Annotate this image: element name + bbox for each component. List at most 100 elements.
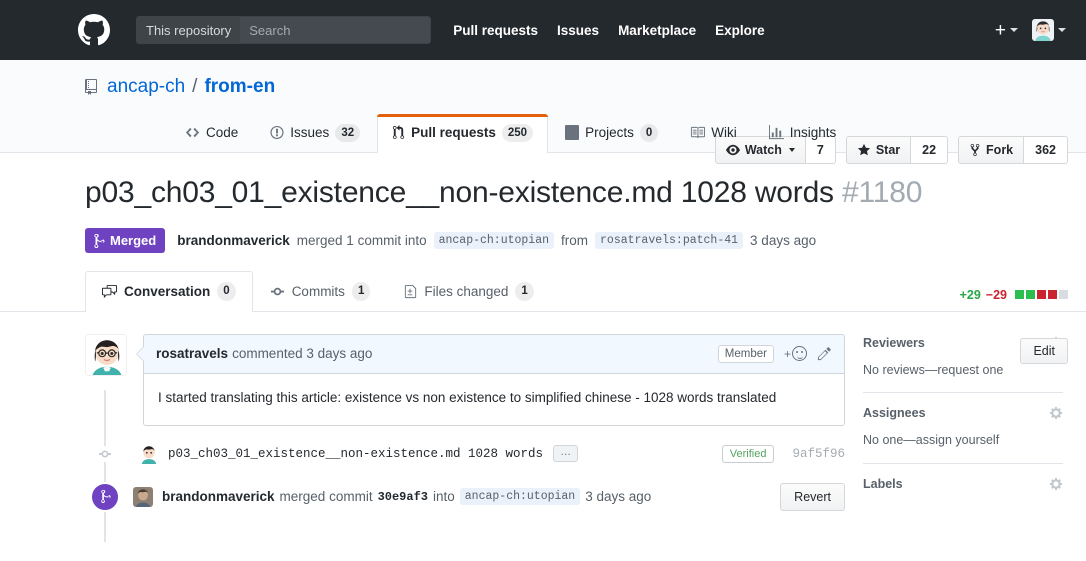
repo-book-icon — [85, 79, 101, 96]
nav-explore[interactable]: Explore — [715, 23, 765, 38]
merge-event-actions: Revert — [780, 482, 845, 511]
nav-issues[interactable]: Issues — [557, 23, 599, 38]
merge-event-into: into — [433, 489, 455, 504]
repo-nav-pull-requests[interactable]: Pull requests 250 — [377, 113, 549, 153]
add-reaction-icon[interactable]: + — [784, 346, 807, 362]
git-pull-request-icon — [392, 125, 405, 140]
comment-header-actions: Member + — [717, 344, 832, 363]
sidebar-assignees-text[interactable]: No one—assign yourself — [863, 431, 1063, 450]
repo-nav-issues-count: 32 — [335, 123, 361, 142]
sidebar-assignees-header: Assignees — [863, 406, 1063, 420]
repo-nav-code[interactable]: Code — [170, 114, 253, 153]
merge-action-text: merged 1 commit into — [296, 233, 427, 249]
tab-commits[interactable]: Commits 1 — [253, 271, 388, 311]
gear-icon[interactable] — [1049, 406, 1063, 420]
pencil-icon[interactable] — [817, 346, 832, 361]
repo-nav-pull-requests-label: Pull requests — [411, 125, 496, 141]
comment-discussion-icon — [102, 284, 117, 299]
issue-opened-icon — [270, 125, 284, 140]
repo-nav-wiki[interactable]: Wiki — [675, 114, 752, 153]
timeline-item-merged: brandonmaverick merged commit 30e9af3 in… — [85, 481, 845, 512]
search-input[interactable] — [240, 17, 431, 43]
graph-icon — [768, 125, 784, 140]
comment-thread: rosatravels commented 3 days ago Member … — [85, 333, 845, 426]
repo-name-link[interactable]: from-en — [204, 76, 275, 99]
user-menu[interactable] — [1032, 19, 1066, 41]
timeline-item-commit: p03_ch03_01_existence__non-existence.md … — [85, 443, 845, 464]
merge-event-sha[interactable]: 30e9af3 — [378, 490, 428, 504]
head-branch-label[interactable]: rosatravels:patch-41 — [595, 232, 744, 250]
comment-box: rosatravels commented 3 days ago Member … — [136, 333, 845, 426]
merged-timestamp: 3 days ago — [750, 233, 817, 249]
diff-file-icon — [404, 284, 417, 299]
search-form[interactable]: This repository — [136, 16, 432, 44]
tab-commits-count: 1 — [351, 282, 371, 301]
comment-author[interactable]: rosatravels — [156, 346, 228, 361]
commit-message[interactable]: p03_ch03_01_existence__non-existence.md … — [168, 447, 543, 461]
git-commit-dot-icon — [97, 445, 113, 462]
github-logo-icon[interactable] — [78, 14, 110, 46]
tab-files-changed[interactable]: Files changed 1 — [387, 271, 550, 311]
git-merge-icon — [90, 481, 120, 512]
revert-button[interactable]: Revert — [780, 482, 845, 511]
avatar[interactable] — [133, 486, 153, 507]
status-badge: Merged — [85, 228, 166, 254]
repository-header: ancap-ch / from-en Watch 7 Star 22 Fork — [0, 60, 1086, 165]
merge-event-user[interactable]: brandonmaverick — [162, 489, 275, 504]
verified-badge[interactable]: Verified — [721, 444, 775, 463]
global-header: This repository Pull requests Issues Mar… — [0, 0, 1086, 60]
tab-files-changed-label: Files changed — [424, 284, 509, 300]
create-new-menu[interactable]: + — [995, 21, 1018, 40]
pr-title-text: p03_ch03_01_existence__non-existence.md … — [85, 175, 834, 209]
commit-sha[interactable]: 9af5f96 — [792, 447, 845, 461]
repo-nav-projects-count: 0 — [639, 123, 659, 142]
comment-timestamp: 3 days ago — [306, 346, 373, 362]
breadcrumb: ancap-ch / from-en — [85, 76, 1062, 99]
sidebar-section-assignees: Assignees No one—assign yourself — [863, 392, 1063, 463]
avatar[interactable] — [139, 443, 159, 464]
project-board-icon — [565, 125, 580, 141]
book-icon — [690, 125, 706, 140]
tab-conversation-label: Conversation — [124, 284, 211, 300]
sidebar-reviewers-title: Reviewers — [863, 335, 925, 350]
nav-pull-requests[interactable]: Pull requests — [453, 23, 538, 38]
conversation-timeline: rosatravels commented 3 days ago Member … — [85, 333, 845, 542]
plus-icon: + — [994, 19, 1006, 41]
avatar[interactable] — [85, 333, 127, 376]
repo-nav-wiki-label: Wiki — [711, 125, 737, 141]
merge-event-branch[interactable]: ancap-ch:utopian — [459, 488, 581, 505]
commit-details-button[interactable]: … — [553, 445, 579, 462]
global-nav: Pull requests Issues Marketplace Explore — [453, 23, 764, 38]
status-badge-label: Merged — [110, 233, 157, 249]
edit-button[interactable]: Edit — [1020, 337, 1068, 364]
from-word: from — [561, 233, 589, 249]
chevron-down-icon — [1058, 28, 1066, 32]
sidebar-section-labels: Labels — [863, 463, 1063, 504]
comment-action: commented — [232, 346, 303, 362]
diffstat: +29 −29 — [960, 288, 1068, 302]
nav-marketplace[interactable]: Marketplace — [618, 23, 696, 38]
repo-owner-link[interactable]: ancap-ch — [107, 76, 185, 99]
sidebar-assignees-title: Assignees — [863, 406, 926, 421]
diffstat-blocks — [1015, 290, 1068, 300]
page-title: p03_ch03_01_existence__non-existence.md … — [85, 175, 1062, 212]
repo-nav-insights-label: Insights — [789, 125, 837, 141]
pull-request-header: p03_ch03_01_existence__non-existence.md … — [0, 153, 1086, 364]
tab-conversation[interactable]: Conversation 0 — [85, 271, 253, 312]
merged-by-user[interactable]: brandonmaverick — [177, 233, 290, 248]
repo-nav-pull-requests-count: 250 — [501, 123, 534, 142]
repo-nav-projects[interactable]: Projects 0 — [550, 114, 673, 153]
avatar — [1032, 19, 1054, 41]
git-commit-icon — [270, 284, 285, 299]
base-branch-label[interactable]: ancap-ch:utopian — [433, 232, 555, 250]
tab-commits-label: Commits — [291, 284, 345, 300]
gear-icon[interactable] — [1049, 477, 1063, 491]
global-header-actions: + — [995, 19, 1066, 41]
search-scope-label[interactable]: This repository — [137, 17, 241, 43]
repo-nav-issues[interactable]: Issues 32 — [255, 114, 375, 153]
merge-event-action: merged commit — [279, 489, 373, 504]
breadcrumb-separator: / — [192, 76, 198, 97]
repo-nav-insights[interactable]: Insights — [754, 114, 852, 153]
repo-nav-code-label: Code — [206, 125, 239, 141]
code-icon — [185, 125, 200, 140]
